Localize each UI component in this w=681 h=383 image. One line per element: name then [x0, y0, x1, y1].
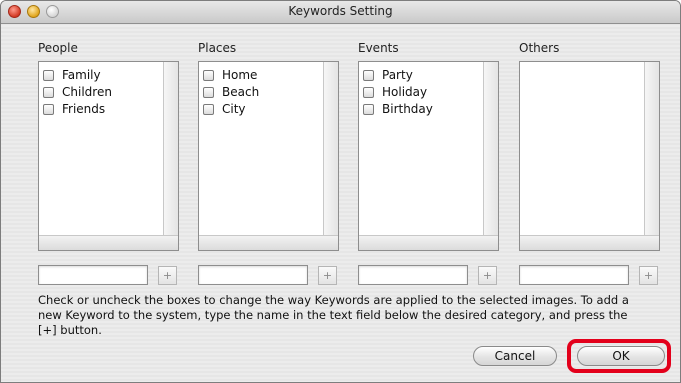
- add-keyword-button-people[interactable]: +: [158, 266, 177, 285]
- new-keyword-input-events[interactable]: [358, 265, 468, 285]
- add-keyword-button-events[interactable]: +: [478, 266, 497, 285]
- vertical-scrollbar[interactable]: [323, 62, 338, 236]
- keyword-label: Party: [382, 68, 413, 82]
- new-keyword-input-places[interactable]: [198, 265, 308, 285]
- keyword-item-friends[interactable]: Friends: [43, 101, 105, 117]
- checkbox[interactable]: [43, 103, 54, 115]
- window-title: Keywords Setting: [288, 4, 393, 18]
- checkbox[interactable]: [203, 69, 214, 81]
- cancel-button[interactable]: Cancel: [473, 346, 557, 366]
- category-label-people: People: [38, 41, 78, 55]
- keyword-label: Children: [62, 85, 112, 99]
- keyword-list-others: [519, 61, 660, 251]
- vertical-scrollbar[interactable]: [483, 62, 498, 236]
- ok-button-highlight: [567, 339, 671, 373]
- add-keyword-button-places[interactable]: +: [318, 266, 337, 285]
- help-text: Check or uncheck the boxes to change the…: [38, 293, 629, 337]
- keyword-list-people: Family Children Friends: [38, 61, 179, 251]
- keyword-label: Family: [62, 68, 101, 82]
- checkbox[interactable]: [363, 69, 374, 81]
- horizontal-scrollbar[interactable]: [199, 235, 338, 250]
- title-bar: Keywords Setting: [1, 1, 680, 24]
- new-keyword-input-others[interactable]: [519, 265, 629, 285]
- keyword-item-beach[interactable]: Beach: [203, 84, 259, 100]
- keyword-item-party[interactable]: Party: [363, 67, 413, 83]
- keyword-label: Birthday: [382, 102, 433, 116]
- keyword-list-events: Party Holiday Birthday: [358, 61, 499, 251]
- horizontal-scrollbar[interactable]: [359, 235, 498, 250]
- checkbox[interactable]: [203, 103, 214, 115]
- keywords-setting-window: Keywords Setting People Family Children …: [0, 0, 681, 383]
- keyword-item-children[interactable]: Children: [43, 84, 112, 100]
- category-label-others: Others: [519, 41, 560, 55]
- new-keyword-input-people[interactable]: [38, 265, 148, 285]
- keyword-label: Friends: [62, 102, 106, 116]
- vertical-scrollbar[interactable]: [163, 62, 178, 236]
- checkbox[interactable]: [203, 86, 214, 98]
- checkbox[interactable]: [43, 86, 54, 98]
- keyword-item-home[interactable]: Home: [203, 67, 257, 83]
- horizontal-scrollbar[interactable]: [39, 235, 178, 250]
- add-keyword-button-others[interactable]: +: [639, 266, 658, 285]
- keyword-label: Holiday: [382, 85, 428, 99]
- keyword-label: Home: [222, 68, 258, 82]
- keyword-label: City: [222, 102, 246, 116]
- category-label-events: Events: [358, 41, 399, 55]
- keyword-item-holiday[interactable]: Holiday: [363, 84, 427, 100]
- checkbox[interactable]: [43, 69, 54, 81]
- keyword-list-places: Home Beach City: [198, 61, 339, 251]
- horizontal-scrollbar[interactable]: [520, 235, 659, 250]
- keyword-item-family[interactable]: Family: [43, 67, 101, 83]
- category-label-places: Places: [198, 41, 237, 55]
- keyword-label: Beach: [222, 85, 260, 99]
- checkbox[interactable]: [363, 103, 374, 115]
- checkbox[interactable]: [363, 86, 374, 98]
- vertical-scrollbar[interactable]: [644, 62, 659, 236]
- keyword-item-city[interactable]: City: [203, 101, 246, 117]
- keyword-item-birthday[interactable]: Birthday: [363, 101, 433, 117]
